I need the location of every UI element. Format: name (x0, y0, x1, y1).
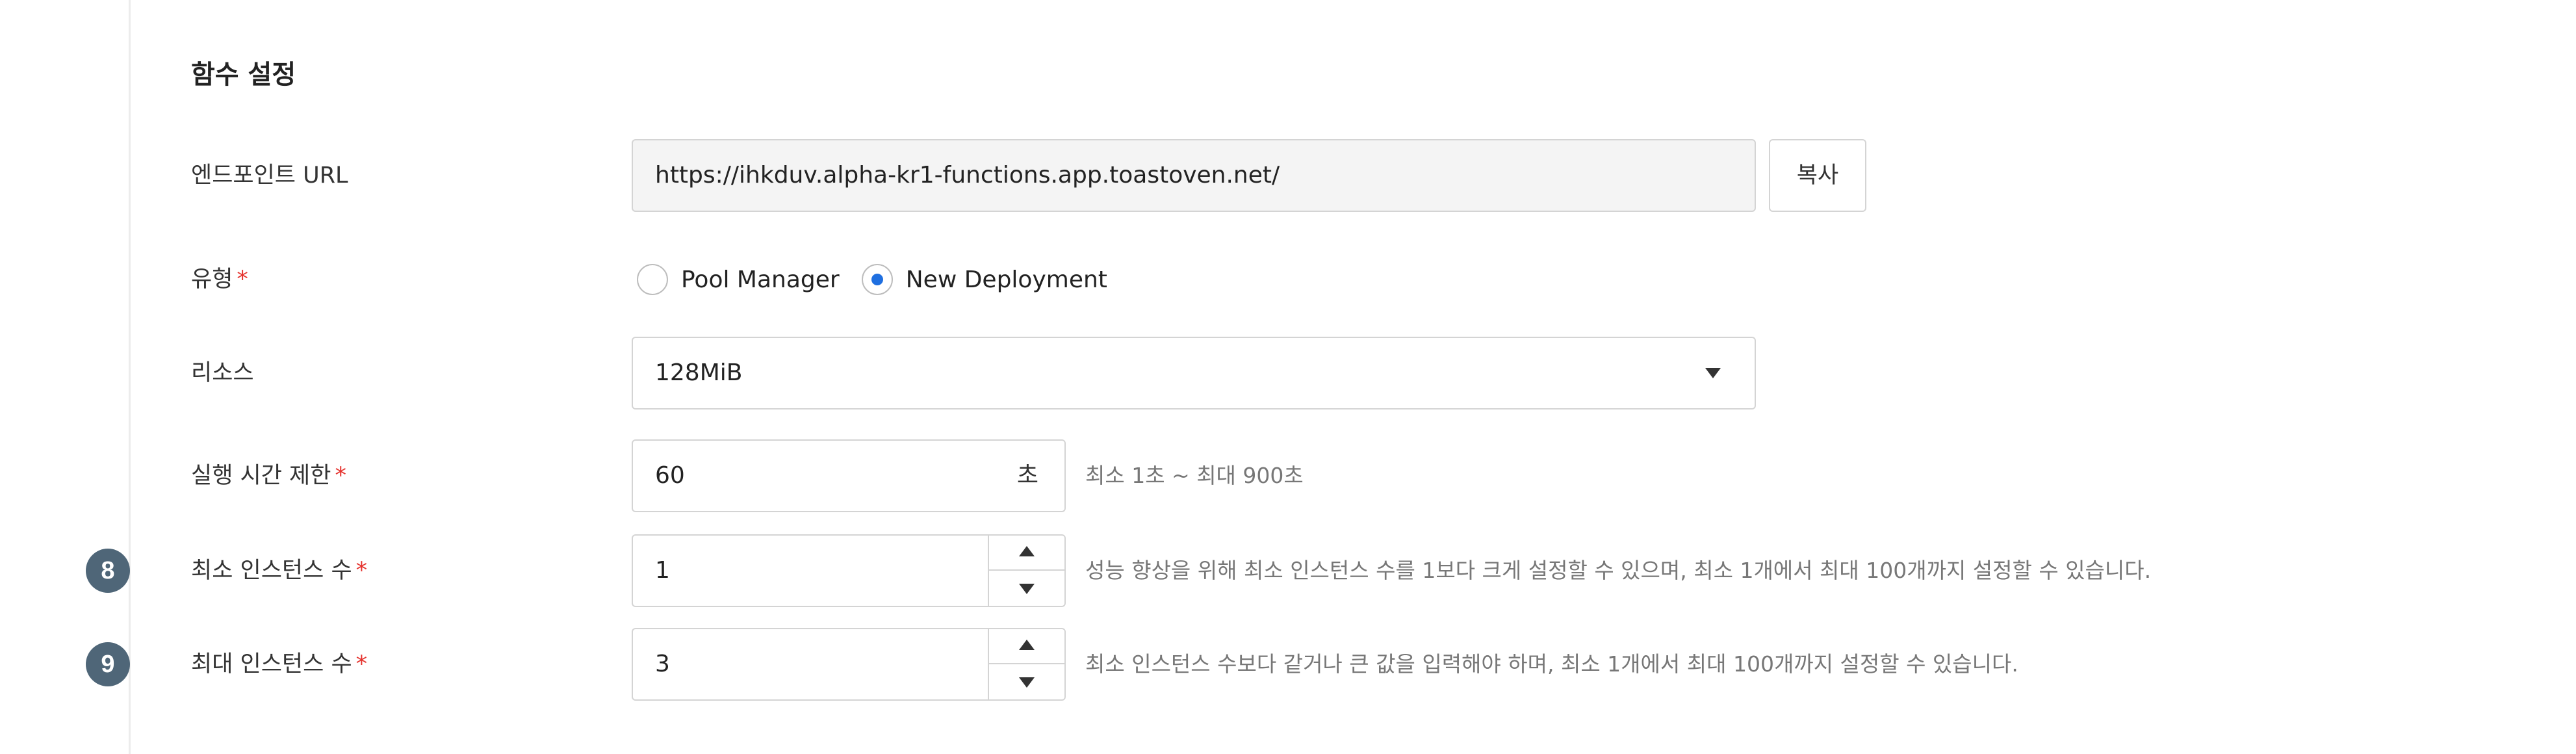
max-instances-row: 9 최대 인스턴스 수 * 3 최소 인스턴스 수보다 같거나 큰 값을 입력해야… (0, 625, 2576, 703)
type-label: 유형 * (191, 240, 248, 318)
endpoint-url-field[interactable]: https://ihkduv.alpha-kr1-functions.app.t… (632, 139, 1756, 212)
timeout-label-text: 실행 시간 제한 (191, 463, 331, 489)
type-radio-group: Pool Manager New Deployment (637, 240, 1129, 318)
arrow-up-icon (1019, 546, 1035, 556)
arrow-up-icon (1019, 640, 1035, 650)
arrow-down-icon (1019, 584, 1035, 594)
type-row: 유형 * Pool Manager New Deployment (0, 240, 2576, 318)
min-instances-row: 8 최소 인스턴스 수 * 1 성능 향상을 위해 최소 인스턴스 수를 1보다 … (0, 532, 2576, 610)
type-label-text: 유형 (191, 266, 233, 292)
min-instances-label: 최소 인스턴스 수 * (191, 532, 367, 610)
section-title: 함수 설정 (191, 60, 296, 90)
radio-dot-icon (871, 274, 883, 285)
min-instances-stepper[interactable] (988, 536, 1064, 606)
timeout-row: 실행 시간 제한 * 60 초 최소 1초 ~ 최대 900초 (0, 437, 2576, 515)
required-mark: * (355, 651, 368, 677)
radio-checked-icon[interactable] (861, 264, 893, 295)
required-mark: * (237, 266, 248, 292)
timeout-input[interactable]: 60 초 (632, 439, 1066, 512)
radio-unchecked-icon[interactable] (637, 264, 668, 295)
timeout-label: 실행 시간 제한 * (191, 437, 346, 515)
radio-pool-manager-label: Pool Manager (681, 266, 840, 293)
resource-label: 리소스 (191, 360, 254, 386)
increment-button[interactable] (989, 629, 1064, 664)
resource-select[interactable]: 128MiB (632, 337, 1756, 410)
chevron-down-icon (1705, 368, 1721, 378)
radio-pool-manager[interactable]: Pool Manager (637, 264, 840, 295)
min-instances-label-text: 최소 인스턴스 수 (191, 558, 352, 584)
endpoint-row: 엔드포인트 URL https://ihkduv.alpha-kr1-funct… (0, 136, 2576, 214)
resource-row: 리소스 128MiB (0, 334, 2576, 412)
timeout-value: 60 (655, 462, 685, 489)
step-badge: 9 (86, 642, 130, 686)
max-instances-value: 3 (655, 651, 670, 677)
copy-button[interactable]: 복사 (1769, 139, 1866, 212)
max-instances-label: 최대 인스턴스 수 * (191, 625, 367, 703)
max-instances-help-text: 최소 인스턴스 수보다 같거나 큰 값을 입력해야 하며, 최소 1개에서 최대… (1085, 651, 2018, 677)
max-instances-stepper[interactable] (988, 629, 1064, 699)
arrow-down-icon (1019, 677, 1035, 688)
radio-new-deployment-label: New Deployment (905, 266, 1107, 293)
min-instances-value: 1 (655, 557, 670, 584)
decrement-button[interactable] (989, 571, 1064, 606)
timeout-help-text: 최소 1초 ~ 최대 900초 (1085, 463, 1304, 488)
decrement-button[interactable] (989, 664, 1064, 699)
increment-button[interactable] (989, 536, 1064, 571)
required-mark: * (355, 558, 368, 584)
max-instances-input[interactable]: 3 (632, 628, 1066, 701)
endpoint-label: 엔드포인트 URL (191, 162, 348, 188)
max-instances-label-text: 최대 인스턴스 수 (191, 651, 352, 677)
radio-new-deployment[interactable]: New Deployment (861, 264, 1107, 295)
required-mark: * (335, 463, 346, 489)
step-badge: 8 (86, 549, 130, 593)
min-instances-input[interactable]: 1 (632, 534, 1066, 607)
timeout-unit: 초 (1016, 462, 1038, 489)
resource-selected-value: 128MiB (655, 359, 743, 386)
min-instances-help-text: 성능 향상을 위해 최소 인스턴스 수를 1보다 크게 설정할 수 있으며, 최… (1085, 558, 2152, 583)
